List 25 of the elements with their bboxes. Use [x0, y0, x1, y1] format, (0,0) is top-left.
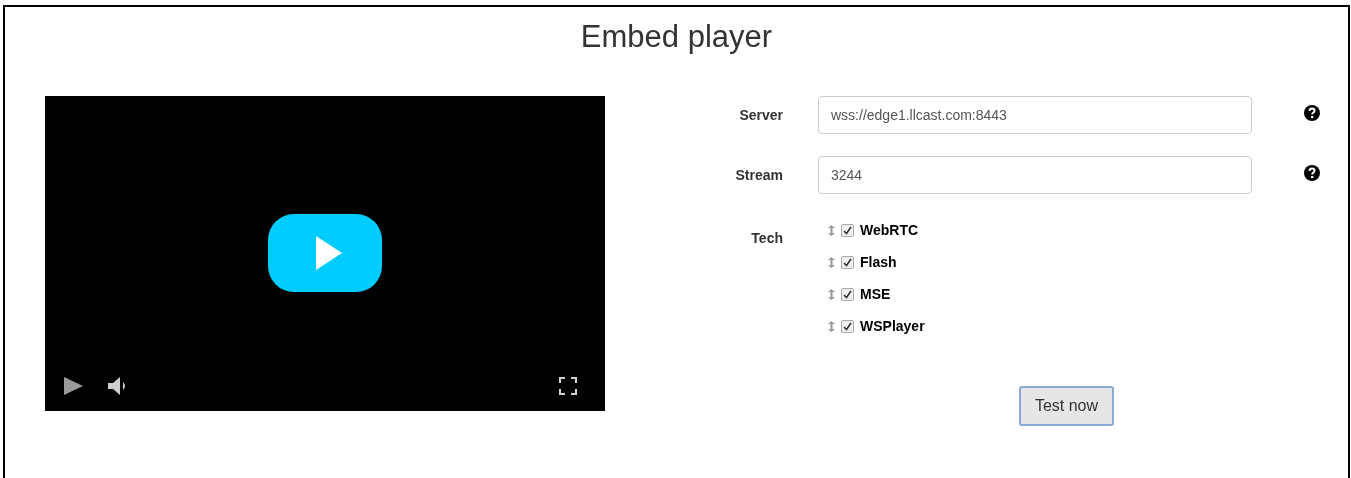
checkbox[interactable] — [841, 255, 854, 269]
drag-handle-icon[interactable] — [828, 224, 835, 236]
input-field[interactable]: wss://edge1.llcast.com:8443 — [818, 96, 1252, 134]
checkbox-label: MSE — [860, 284, 891, 304]
checkbox[interactable] — [841, 223, 854, 237]
field-label: Stream — [734, 165, 783, 185]
volume-icon[interactable] — [108, 377, 127, 395]
checkbox-label: WebRTC — [860, 220, 919, 240]
checkbox-label: WSPlayer — [860, 316, 925, 336]
input-field[interactable]: 3244 — [818, 156, 1252, 194]
play-button-icon[interactable] — [268, 214, 382, 292]
fullscreen-icon[interactable] — [559, 377, 577, 395]
help-icon[interactable] — [1304, 105, 1320, 121]
drag-handle-icon[interactable] — [828, 320, 835, 332]
help-icon[interactable] — [1304, 165, 1320, 181]
play-icon[interactable] — [64, 377, 83, 395]
page-title: Embed player — [580, 19, 773, 55]
test-now-button[interactable]: Test now — [1019, 386, 1114, 426]
drag-handle-icon[interactable] — [828, 288, 835, 300]
checkbox[interactable] — [841, 319, 854, 333]
field-label: Tech — [750, 229, 783, 248]
checkbox-label: Flash — [860, 252, 897, 272]
checkbox[interactable] — [841, 287, 854, 301]
drag-handle-icon[interactable] — [828, 256, 835, 268]
field-label: Server — [738, 105, 783, 125]
